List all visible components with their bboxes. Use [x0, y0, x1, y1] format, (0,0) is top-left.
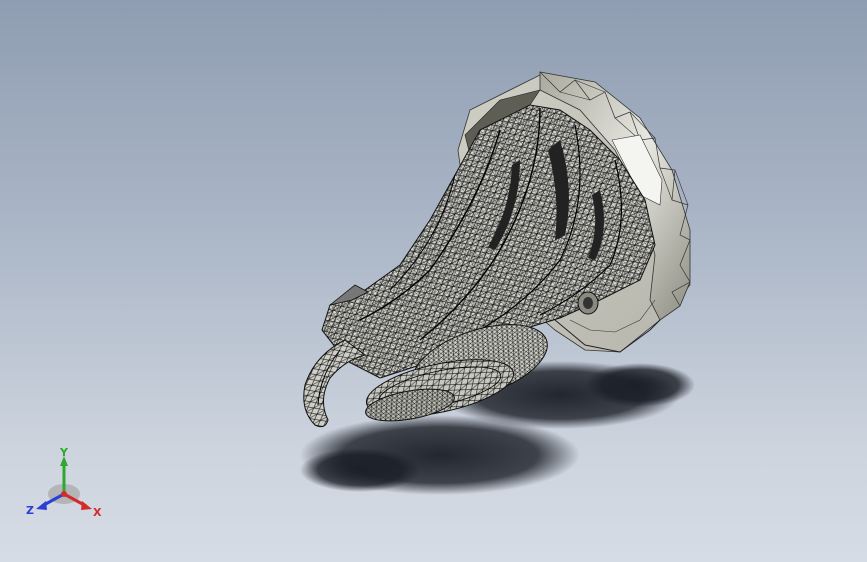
side-boss	[577, 291, 599, 315]
graphics-viewport[interactable]: Y X Z	[0, 0, 867, 562]
z-axis-label: Z	[26, 504, 34, 517]
3d-model-view[interactable]	[0, 0, 867, 562]
x-arrow-icon	[81, 501, 92, 510]
orientation-triad[interactable]: Y X Z	[26, 448, 106, 520]
y-axis-label: Y	[59, 448, 69, 459]
z-arrow-icon	[36, 501, 47, 510]
triad-origin-icon	[61, 491, 67, 497]
x-axis-label: X	[93, 506, 102, 519]
